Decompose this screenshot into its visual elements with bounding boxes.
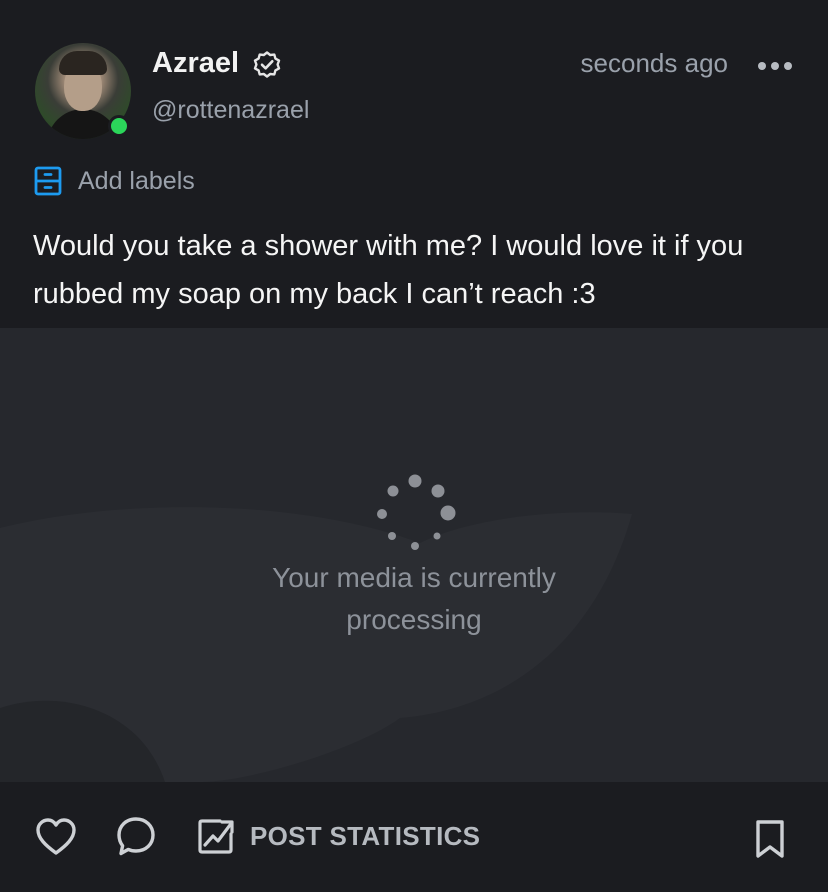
label-drawer-icon — [34, 166, 62, 196]
verified-badge-icon — [253, 51, 281, 78]
add-labels-label: Add labels — [78, 167, 195, 195]
chart-icon — [198, 819, 234, 854]
speech-bubble-icon[interactable] — [115, 815, 157, 859]
bookmark-icon[interactable] — [752, 818, 788, 860]
media-processing-status: Your media is currently processing — [272, 562, 556, 635]
post-statistics-label: POST STATISTICS — [250, 821, 481, 851]
online-status-indicator — [108, 115, 130, 137]
more-options-icon[interactable] — [755, 56, 795, 76]
post-statistics-button[interactable]: POST STATISTICS — [196, 814, 480, 858]
post-card: Azrael @rottenazrael seconds ago Add lab… — [0, 0, 828, 892]
loading-spinner-icon — [377, 474, 456, 550]
media-placeholder[interactable]: Your media is currently processing — [0, 328, 828, 782]
avatar-hair — [59, 51, 107, 75]
post-timestamp: seconds ago — [580, 48, 728, 78]
post-body-text: Would you take a shower with me? I would… — [33, 230, 744, 310]
author-display-name[interactable]: Azrael — [152, 45, 239, 81]
post-action-bar: POST STATISTICS — [0, 782, 828, 892]
add-labels-button[interactable]: Add labels — [33, 163, 195, 199]
author-handle[interactable]: @rottenazrael — [152, 93, 309, 127]
heart-icon[interactable] — [35, 817, 77, 857]
